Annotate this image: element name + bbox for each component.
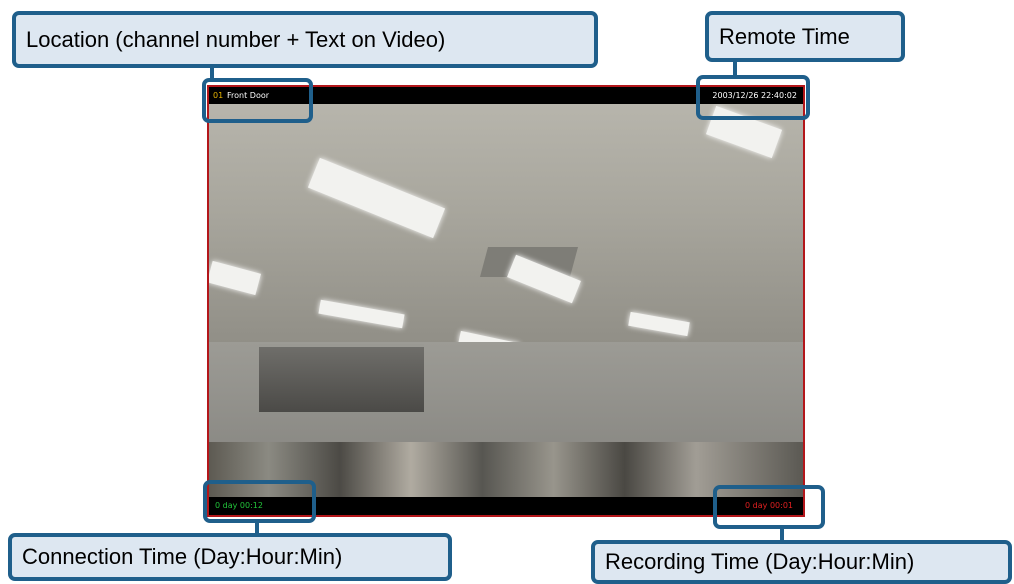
remote-time-callout-label: Remote Time [719,23,850,49]
camera-scene-cabinet [259,344,424,412]
remote-time-connector [733,60,737,77]
remote-time-callout: Remote Time [705,11,905,62]
connection-time-callout: Connection Time (Day:Hour:Min) [8,533,452,581]
recording-time-highlight [713,485,825,529]
location-callout-label: Location (channel number + Text on Video… [26,26,446,52]
camera-scene-ceiling [209,104,803,354]
recording-time-callout: Recording Time (Day:Hour:Min) [591,540,1012,584]
video-frame: 01 Front Door 2003/12/26 22:40:02 0 day … [207,85,805,517]
recording-time-callout-label: Recording Time (Day:Hour:Min) [605,549,915,574]
connection-time-callout-label: Connection Time (Day:Hour:Min) [22,544,343,569]
connection-time-highlight [203,480,316,523]
location-connector [210,66,214,80]
location-highlight [202,78,313,123]
location-callout: Location (channel number + Text on Video… [12,11,598,68]
remote-time-highlight [696,75,810,120]
